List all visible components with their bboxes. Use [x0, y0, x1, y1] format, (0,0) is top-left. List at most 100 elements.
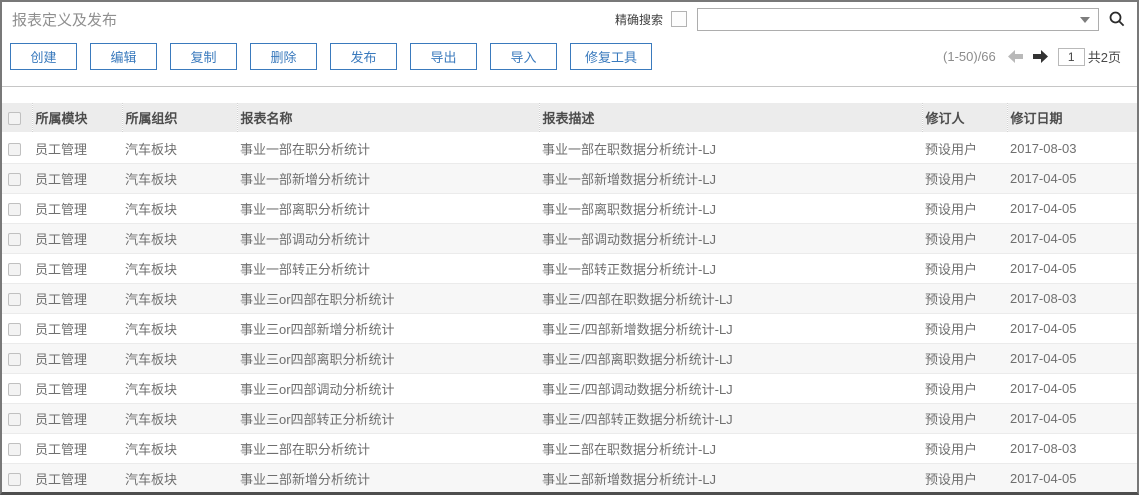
table-row[interactable]: 员工管理 汽车板块 事业三or四部转正分析统计 事业三/四部转正数据分析统计-L… — [2, 403, 1137, 433]
exact-search-checkbox[interactable] — [671, 11, 687, 27]
cell-report-desc: 事业一部调动数据分析统计-LJ — [539, 223, 922, 253]
row-checkbox[interactable] — [8, 383, 21, 396]
report-definition-window: 报表定义及发布 精确搜索 创建编辑复制删除发布导出导入修复工具 (1-50)/6… — [0, 0, 1139, 495]
cell-reviser: 预设用户 — [922, 403, 1007, 433]
row-checkbox[interactable] — [8, 443, 21, 456]
cell-revision-date: 2017-04-05 — [1007, 403, 1137, 433]
row-checkbox-cell — [2, 223, 32, 253]
cell-report-desc: 事业一部在职数据分析统计-LJ — [539, 133, 922, 163]
cell-reviser: 预设用户 — [922, 313, 1007, 343]
cell-report-name: 事业一部调动分析统计 — [237, 223, 539, 253]
select-all-header-cell — [2, 103, 32, 133]
select-all-checkbox[interactable] — [8, 112, 21, 125]
column-report-desc: 报表描述 — [539, 103, 922, 133]
row-checkbox[interactable] — [8, 473, 21, 486]
table-row[interactable]: 员工管理 汽车板块 事业三or四部新增分析统计 事业三/四部新增数据分析统计-L… — [2, 313, 1137, 343]
row-checkbox[interactable] — [8, 203, 21, 216]
search-input[interactable] — [698, 9, 1098, 30]
column-report-name: 报表名称 — [237, 103, 539, 133]
cell-reviser: 预设用户 — [922, 283, 1007, 313]
table-row[interactable]: 员工管理 汽车板块 事业二部在职分析统计 事业二部在职数据分析统计-LJ 预设用… — [2, 433, 1137, 463]
cell-module: 员工管理 — [32, 313, 122, 343]
row-checkbox-cell — [2, 343, 32, 373]
row-checkbox[interactable] — [8, 413, 21, 426]
cell-module: 员工管理 — [32, 253, 122, 283]
row-checkbox-cell — [2, 403, 32, 433]
report-table: 所属模块所属组织报表名称报表描述修订人修订日期 员工管理 汽车板块 事业一部在职… — [2, 103, 1137, 494]
cell-revision-date: 2017-04-05 — [1007, 313, 1137, 343]
cell-report-desc: 事业三/四部离职数据分析统计-LJ — [539, 343, 922, 373]
table-row[interactable]: 员工管理 汽车板块 事业一部转正分析统计 事业一部转正数据分析统计-LJ 预设用… — [2, 253, 1137, 283]
publish-button[interactable]: 发布 — [330, 43, 397, 70]
toolbar: 创建编辑复制删除发布导出导入修复工具 (1-50)/66 共2页 — [2, 36, 1137, 87]
page-number-input[interactable] — [1058, 48, 1085, 66]
page-title: 报表定义及发布 — [12, 9, 117, 30]
table-row[interactable]: 员工管理 汽车板块 事业三or四部调动分析统计 事业三/四部调动数据分析统计-L… — [2, 373, 1137, 403]
row-checkbox-cell — [2, 283, 32, 313]
exact-search-label: 精确搜索 — [615, 11, 663, 28]
row-checkbox-cell — [2, 433, 32, 463]
cell-report-desc: 事业二部在职数据分析统计-LJ — [539, 433, 922, 463]
title-bar: 报表定义及发布 精确搜索 — [2, 2, 1137, 36]
table-row[interactable]: 员工管理 汽车板块 事业一部离职分析统计 事业一部离职数据分析统计-LJ 预设用… — [2, 193, 1137, 223]
table-row[interactable]: 员工管理 汽车板块 事业三or四部离职分析统计 事业三/四部离职数据分析统计-L… — [2, 343, 1137, 373]
row-checkbox-cell — [2, 313, 32, 343]
cell-report-desc: 事业三/四部转正数据分析统计-LJ — [539, 403, 922, 433]
import-button[interactable]: 导入 — [490, 43, 557, 70]
cell-revision-date: 2017-04-05 — [1007, 193, 1137, 223]
delete-button[interactable]: 删除 — [250, 43, 317, 70]
table-row[interactable]: 员工管理 汽车板块 事业一部在职分析统计 事业一部在职数据分析统计-LJ 预设用… — [2, 133, 1137, 163]
table-row[interactable]: 员工管理 汽车板块 事业三or四部在职分析统计 事业三/四部在职数据分析统计-L… — [2, 283, 1137, 313]
create-button[interactable]: 创建 — [10, 43, 77, 70]
row-checkbox[interactable] — [8, 293, 21, 306]
search-icon[interactable] — [1109, 11, 1125, 27]
chevron-down-icon[interactable] — [1080, 17, 1090, 23]
cell-report-name: 事业二部新增分析统计 — [237, 463, 539, 493]
cell-report-name: 事业一部转正分析统计 — [237, 253, 539, 283]
cell-org: 汽车板块 — [122, 283, 237, 313]
cell-revision-date: 2017-04-05 — [1007, 163, 1137, 193]
cell-org: 汽车板块 — [122, 253, 237, 283]
row-checkbox[interactable] — [8, 173, 21, 186]
row-checkbox[interactable] — [8, 263, 21, 276]
row-checkbox-cell — [2, 133, 32, 163]
repair-tool-button[interactable]: 修复工具 — [570, 43, 652, 70]
cell-reviser: 预设用户 — [922, 163, 1007, 193]
pagination: (1-50)/66 共2页 — [943, 43, 1121, 70]
table-row[interactable]: 员工管理 汽车板块 事业二部新增分析统计 事业二部新增数据分析统计-LJ 预设用… — [2, 463, 1137, 493]
cell-module: 员工管理 — [32, 343, 122, 373]
column-module: 所属模块 — [32, 103, 122, 133]
cell-reviser: 预设用户 — [922, 193, 1007, 223]
cell-module: 员工管理 — [32, 373, 122, 403]
cell-report-name: 事业一部离职分析统计 — [237, 193, 539, 223]
cell-revision-date: 2017-04-05 — [1007, 223, 1137, 253]
table-header-row: 所属模块所属组织报表名称报表描述修订人修订日期 — [2, 103, 1137, 133]
table-row[interactable]: 员工管理 汽车板块 事业一部新增分析统计 事业一部新增数据分析统计-LJ 预设用… — [2, 163, 1137, 193]
cell-revision-date: 2017-08-03 — [1007, 283, 1137, 313]
row-checkbox[interactable] — [8, 143, 21, 156]
copy-button[interactable]: 复制 — [170, 43, 237, 70]
cell-module: 员工管理 — [32, 163, 122, 193]
cell-org: 汽车板块 — [122, 403, 237, 433]
search-input-wrap — [697, 8, 1099, 31]
export-button[interactable]: 导出 — [410, 43, 477, 70]
cell-module: 员工管理 — [32, 403, 122, 433]
toolbar-buttons: 创建编辑复制删除发布导出导入修复工具 — [10, 43, 665, 70]
cell-report-name: 事业三or四部调动分析统计 — [237, 373, 539, 403]
cell-org: 汽车板块 — [122, 463, 237, 493]
row-checkbox[interactable] — [8, 323, 21, 336]
edit-button[interactable]: 编辑 — [90, 43, 157, 70]
cell-report-name: 事业二部在职分析统计 — [237, 433, 539, 463]
prev-page-arrow-icon[interactable] — [1008, 50, 1023, 63]
table-row[interactable]: 员工管理 汽车板块 事业一部调动分析统计 事业一部调动数据分析统计-LJ 预设用… — [2, 223, 1137, 253]
table-body: 员工管理 汽车板块 事业一部在职分析统计 事业一部在职数据分析统计-LJ 预设用… — [2, 133, 1137, 493]
cell-org: 汽车板块 — [122, 313, 237, 343]
next-page-arrow-icon[interactable] — [1033, 50, 1048, 63]
row-checkbox[interactable] — [8, 233, 21, 246]
cell-report-name: 事业三or四部在职分析统计 — [237, 283, 539, 313]
cell-reviser: 预设用户 — [922, 433, 1007, 463]
row-checkbox[interactable] — [8, 353, 21, 366]
cell-report-desc: 事业一部转正数据分析统计-LJ — [539, 253, 922, 283]
row-checkbox-cell — [2, 193, 32, 223]
row-checkbox-cell — [2, 163, 32, 193]
